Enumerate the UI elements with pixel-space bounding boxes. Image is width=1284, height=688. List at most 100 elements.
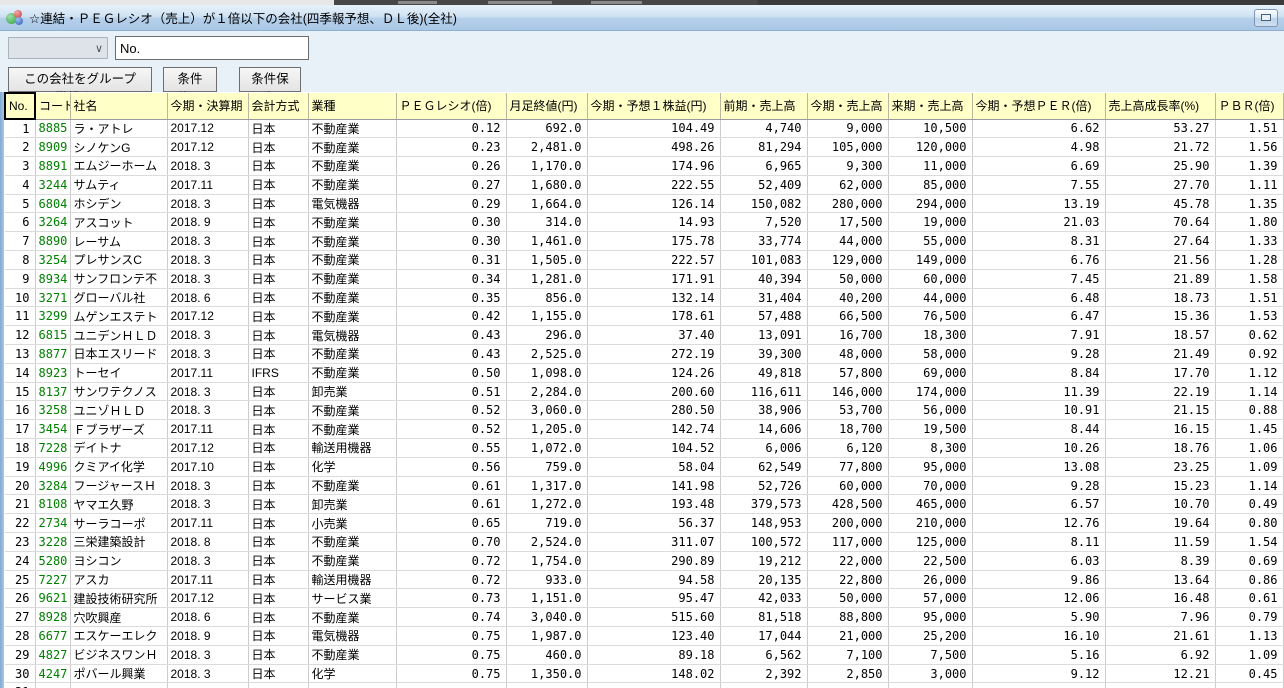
cell-code: 8137	[35, 382, 70, 401]
table-row[interactable]: 2 8909 シノケンG 2017.12 日本 不動産業 0.23 2,481.…	[5, 138, 1283, 157]
header-growth[interactable]: 売上高成長率(%)	[1105, 93, 1215, 119]
background-window-text-fragment	[591, 1, 642, 4]
table-row[interactable]: 21 8108 ヤマエ久野 2018. 3 日本 卸売業 0.61 1,272.…	[5, 495, 1283, 514]
cell-code: 6815	[35, 326, 70, 345]
cell-accounting: 日本	[248, 345, 308, 364]
table-row[interactable]: 30 4247 ポバール興業 2018. 3 日本 化学 0.75 1,350.…	[5, 664, 1283, 683]
cell-period: 2018. 3	[167, 326, 248, 345]
table-row[interactable]: 25 7227 アスカ 2017.11 日本 輸送用機器 0.72 933.0 …	[5, 570, 1283, 589]
table-row[interactable]: 12 6815 ユニデンＨＬＤ 2018. 3 日本 電気機器 0.43 296…	[5, 326, 1283, 345]
edit-condition-button[interactable]: 条件修正	[163, 67, 217, 92]
table-row[interactable]: 4 3244 サムティ 2017.11 日本 不動産業 0.27 1,680.0…	[5, 175, 1283, 194]
cell-sales-cur: 77,800	[807, 457, 888, 476]
header-code[interactable]: コード	[35, 93, 70, 119]
table-row[interactable]: 3 8891 エムジーホーム 2018. 3 日本 不動産業 0.26 1,17…	[5, 157, 1283, 176]
table-row[interactable]: 18 7228 デイトナ 2017.12 日本 輸送用機器 0.55 1,072…	[5, 439, 1283, 458]
cell-code: 3228	[35, 533, 70, 552]
cell-pbr: 0.69	[1215, 551, 1283, 570]
register-group-button[interactable]: この会社をグループ登録する	[8, 67, 152, 92]
header-sales-prev[interactable]: 前期・売上高	[720, 93, 807, 119]
cell-name: Ｆブラザーズ	[70, 420, 167, 439]
cell-period: 2018. 3	[167, 645, 248, 664]
cell-per: 9.28	[972, 345, 1105, 364]
cell-pbr: 0.92	[1215, 345, 1283, 364]
cell-sales-cur: 117,000	[807, 533, 888, 552]
header-pbr[interactable]: ＰＢＲ(倍)	[1215, 93, 1283, 119]
table-row[interactable]: 19 4996 クミアイ化学 2017.10 日本 化学 0.56 759.0 …	[5, 457, 1283, 476]
cell-sales-next: 22,500	[888, 551, 972, 570]
table-row[interactable]: 10 3271 グローバル社 2018. 6 日本 不動産業 0.35 856.…	[5, 288, 1283, 307]
table-row[interactable]: 27 8928 穴吹興産 2018. 6 日本 不動産業 0.74 3,040.…	[5, 608, 1283, 627]
table-row[interactable]: 6 3264 アスコット 2018. 9 日本 不動産業 0.30 314.0 …	[5, 213, 1283, 232]
cell-sales-next: 294,000	[888, 194, 972, 213]
cell-code: 8108	[35, 495, 70, 514]
cell-sales-next: 18,300	[888, 326, 972, 345]
cell-pbr: 0.80	[1215, 514, 1283, 533]
header-no[interactable]: No.	[5, 93, 35, 119]
table-row[interactable]: 14 8923 トーセイ 2017.11 IFRS 不動産業 0.50 1,09…	[5, 363, 1283, 382]
cell-sales-prev: 14,606	[720, 420, 807, 439]
table-row[interactable]: 28 6677 エスケーエレク 2018. 9 日本 電気機器 0.75 1,9…	[5, 627, 1283, 646]
table-row[interactable]: 7 8890 レーサム 2018. 3 日本 不動産業 0.30 1,461.0…	[5, 232, 1283, 251]
cell-industry: 小売業	[308, 514, 396, 533]
minimize-button[interactable]	[1254, 9, 1278, 27]
header-industry[interactable]: 業種	[308, 93, 396, 119]
header-peg[interactable]: ＰＥＧレシオ(倍)	[396, 93, 506, 119]
column-select-dropdown[interactable]: ∨	[8, 37, 108, 59]
cell-pbr: 0.86	[1215, 570, 1283, 589]
cell-per: 6.76	[972, 251, 1105, 270]
cell-industry: 不動産業	[308, 269, 396, 288]
save-condition-button[interactable]: 条件保存	[239, 67, 301, 92]
header-name[interactable]: 社名	[70, 93, 167, 119]
cell-sales-next: 95,000	[888, 457, 972, 476]
table-row[interactable]: 13 8877 日本エスリード 2018. 3 日本 不動産業 0.43 2,5…	[5, 345, 1283, 364]
cell-growth: 27.70	[1105, 175, 1215, 194]
table-row[interactable]: 24 5280 ヨシコン 2018. 3 日本 不動産業 0.72 1,754.…	[5, 551, 1283, 570]
header-per[interactable]: 今期・予想ＰＥＲ(倍)	[972, 93, 1105, 119]
cell-eps: 123.40	[587, 627, 720, 646]
table-row[interactable]: 31	[5, 683, 1283, 688]
cell-no: 4	[5, 175, 35, 194]
header-sales-next[interactable]: 来期・売上高	[888, 93, 972, 119]
cell-code: 7227	[35, 570, 70, 589]
table-row[interactable]: 17 3454 Ｆブラザーズ 2017.11 日本 不動産業 0.52 1,20…	[5, 420, 1283, 439]
header-eps[interactable]: 今期・予想１株益(円)	[587, 93, 720, 119]
cell-no: 21	[5, 495, 35, 514]
table-row[interactable]: 22 2734 サーラコーポ 2017.11 日本 小売業 0.65 719.0…	[5, 514, 1283, 533]
cell-no: 16	[5, 401, 35, 420]
window-titlebar[interactable]: ☆連結・ＰＥＧレシオ（売上）が１倍以下の会社(四季報予想、ＤＬ後)(全社)	[0, 5, 1284, 31]
cell-eps: 280.50	[587, 401, 720, 420]
table-row[interactable]: 26 9621 建設技術研究所 2017.12 日本 サービス業 0.73 1,…	[5, 589, 1283, 608]
cell-sales-next: 7,500	[888, 645, 972, 664]
table-row[interactable]: 1 8885 ラ・アトレ 2017.12 日本 不動産業 0.12 692.0 …	[5, 119, 1283, 138]
cell-growth: 10.70	[1105, 495, 1215, 514]
background-window-text-fragment	[488, 1, 552, 4]
header-sales-cur[interactable]: 今期・売上高	[807, 93, 888, 119]
table-row[interactable]: 9 8934 サンフロンテ不 2018. 3 日本 不動産業 0.34 1,28…	[5, 269, 1283, 288]
table-row[interactable]: 20 3284 フージャースＨ 2018. 3 日本 不動産業 0.61 1,3…	[5, 476, 1283, 495]
cell-period: 2018. 3	[167, 401, 248, 420]
header-accounting[interactable]: 会計方式	[248, 93, 308, 119]
cell-period: 2018. 3	[167, 157, 248, 176]
cell-sales-prev: 39,300	[720, 345, 807, 364]
table-row[interactable]: 23 3228 三栄建築設計 2018. 8 日本 不動産業 0.70 2,52…	[5, 533, 1283, 552]
table-row[interactable]: 8 3254 プレサンスC 2018. 3 日本 不動産業 0.31 1,505…	[5, 251, 1283, 270]
cell-per: 8.84	[972, 363, 1105, 382]
table-row[interactable]: 16 3258 ユニゾＨＬＤ 2018. 3 日本 不動産業 0.52 3,06…	[5, 401, 1283, 420]
cell-industry: 不動産業	[308, 119, 396, 138]
table-row[interactable]: 5 6804 ホシデン 2018. 3 日本 電気機器 0.29 1,664.0…	[5, 194, 1283, 213]
table-row[interactable]: 29 4827 ビジネスワンＨ 2018. 3 日本 不動産業 0.75 460…	[5, 645, 1283, 664]
cell-industry: 不動産業	[308, 608, 396, 627]
cell-pbr: 1.28	[1215, 251, 1283, 270]
cell-name: アスカ	[70, 570, 167, 589]
header-period[interactable]: 今期・決算期	[167, 93, 248, 119]
search-no-input[interactable]	[115, 36, 309, 60]
cell-industry: 電気機器	[308, 194, 396, 213]
cell-pbr: 0.45	[1215, 664, 1283, 683]
cell-sales-prev: 52,409	[720, 175, 807, 194]
cell-industry: 化学	[308, 664, 396, 683]
table-row[interactable]: 15 8137 サンワテクノス 2018. 3 日本 卸売業 0.51 2,28…	[5, 382, 1283, 401]
cell-sales-prev: 148,953	[720, 514, 807, 533]
header-close[interactable]: 月足終値(円)	[506, 93, 587, 119]
table-row[interactable]: 11 3299 ムゲンエステト 2017.12 日本 不動産業 0.42 1,1…	[5, 307, 1283, 326]
